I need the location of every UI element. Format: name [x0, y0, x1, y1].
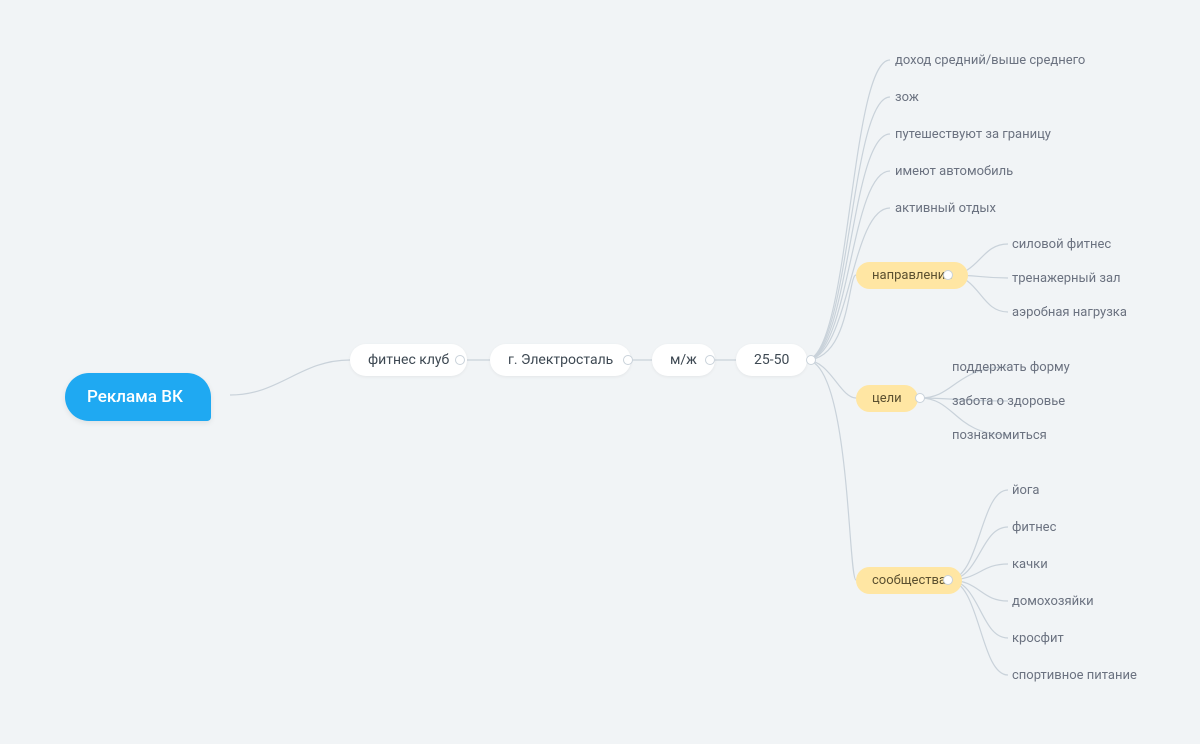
expand-dot[interactable]: [943, 575, 953, 585]
mindmap-root[interactable]: Реклама ВК: [65, 373, 211, 421]
leaf[interactable]: путешествуют за границу: [895, 125, 1051, 144]
chain-node-0[interactable]: фитнес клуб: [350, 344, 467, 376]
leaf[interactable]: спортивное питание: [1012, 666, 1137, 685]
expand-dot[interactable]: [915, 393, 925, 403]
chain-label: г. Электросталь: [508, 352, 613, 368]
leaf[interactable]: активный отдых: [895, 199, 996, 218]
leaf[interactable]: домохозяйки: [1012, 592, 1094, 611]
chain-label: фитнес клуб: [368, 352, 449, 368]
leaf[interactable]: качки: [1012, 555, 1048, 574]
leaf[interactable]: доход средний/выше среднего: [895, 51, 1085, 70]
expand-dot[interactable]: [623, 355, 633, 365]
expand-dot[interactable]: [943, 270, 953, 280]
leaf[interactable]: зож: [895, 88, 919, 107]
leaf[interactable]: имеют автомобиль: [895, 162, 1013, 181]
leaf[interactable]: тренажерный зал: [1012, 269, 1121, 288]
expand-dot[interactable]: [806, 355, 816, 365]
chain-label: м/ж: [670, 352, 697, 368]
leaf[interactable]: поддержать форму: [952, 358, 1070, 377]
leaf[interactable]: забота о здоровье: [952, 392, 1065, 411]
category-label: сообщества: [872, 573, 946, 588]
leaf[interactable]: йога: [1012, 481, 1039, 500]
category-label: направления: [872, 268, 952, 283]
root-label: Реклама ВК: [87, 387, 183, 407]
expand-dot[interactable]: [455, 355, 465, 365]
leaf[interactable]: аэробная нагрузка: [1012, 303, 1127, 322]
category-label: цели: [872, 391, 902, 406]
category-node[interactable]: цели: [856, 385, 918, 412]
expand-dot[interactable]: [705, 355, 715, 365]
chain-node-1[interactable]: г. Электросталь: [490, 344, 631, 376]
chain-node-3[interactable]: 25-50: [736, 344, 807, 376]
chain-label: 25-50: [754, 352, 789, 368]
leaf[interactable]: кросфит: [1012, 629, 1064, 648]
leaf[interactable]: фитнес: [1012, 518, 1056, 537]
leaf[interactable]: познакомиться: [952, 426, 1047, 445]
leaf[interactable]: силовой фитнес: [1012, 235, 1111, 254]
